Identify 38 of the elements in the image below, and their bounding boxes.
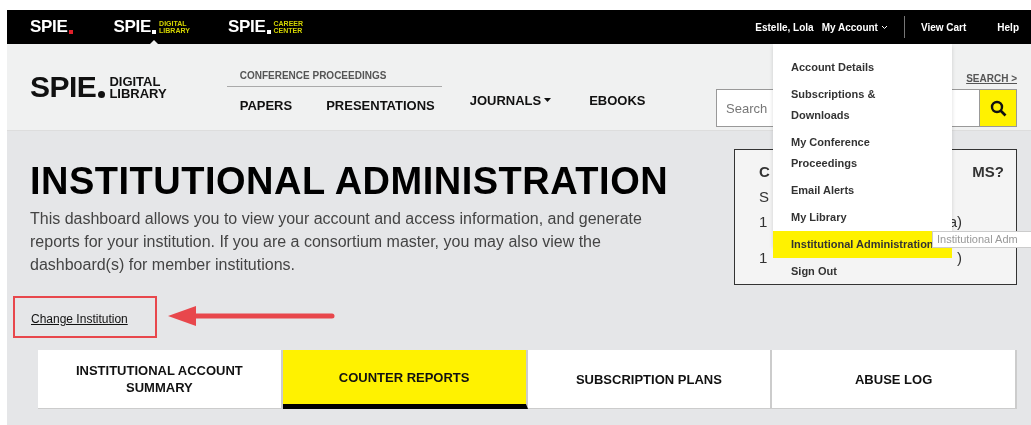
intro-text: This dashboard allows you to view your account and access information, and generate reports for your institution. If you are a consortium master, you may also view the dashboard(s) for member institutions. (30, 209, 643, 275)
caret-icon (544, 98, 552, 102)
contact-text: MS? (972, 163, 1004, 181)
account-menu-item[interactable]: My Conference Proceedings (773, 129, 952, 177)
dashboard-tab[interactable]: SUBSCRIPTION PLANS (527, 350, 773, 409)
nav-link[interactable]: JOURNALS (469, 92, 552, 108)
account-menu-item[interactable]: My Library (773, 204, 952, 231)
top-bar-link[interactable]: View Cart (920, 21, 967, 33)
tooltip: Institutional Adm (932, 231, 1031, 248)
account-menu-item[interactable]: Sign Out (773, 258, 952, 285)
contact-text: S (759, 188, 769, 206)
advanced-search-link[interactable]: SEARCH > (966, 73, 1017, 84)
dashboard-tab[interactable]: COUNTER REPORTS (282, 350, 528, 409)
account-menu-item[interactable]: Email Alerts (773, 177, 952, 204)
nav-link[interactable]: PAPERS (239, 97, 293, 113)
brand-logo[interactable]: SPIE (30, 10, 76, 44)
brand-name: SPIE (227, 17, 266, 37)
nav-link[interactable]: PRESENTATIONS (326, 97, 435, 113)
account-menu-item[interactable]: Account Details (773, 54, 952, 81)
contact-text: 1 (759, 249, 768, 267)
nav-group-label: CONFERENCE PROCEEDINGS (226, 69, 442, 87)
contact-text: C (759, 163, 770, 181)
search-icon (989, 99, 1007, 117)
search-button[interactable] (980, 89, 1017, 127)
dashboard-tab[interactable]: ABUSE LOG (772, 350, 1017, 409)
dashboard-tab[interactable]: INSTITUTIONAL ACCOUNT SUMMARY (38, 350, 283, 409)
chevron-down-icon (880, 24, 888, 30)
page-title: INSTITUTIONAL ADMINISTRATION (30, 161, 670, 201)
brand-name: SPIE (30, 17, 68, 37)
my-account-link[interactable]: My Account (821, 21, 888, 33)
contact-text: ) (957, 249, 962, 267)
top-bar-link[interactable]: Help (997, 21, 1019, 33)
contact-text: 1 (759, 213, 768, 231)
user-name: Estelle, Lola (755, 21, 814, 33)
nav-link[interactable]: EBOOKS (589, 92, 646, 108)
brand-name: SPIE (113, 17, 152, 37)
account-menu-item[interactable]: Subscriptions & Downloads (773, 81, 952, 129)
change-institution-link[interactable]: Change Institution (31, 312, 128, 326)
